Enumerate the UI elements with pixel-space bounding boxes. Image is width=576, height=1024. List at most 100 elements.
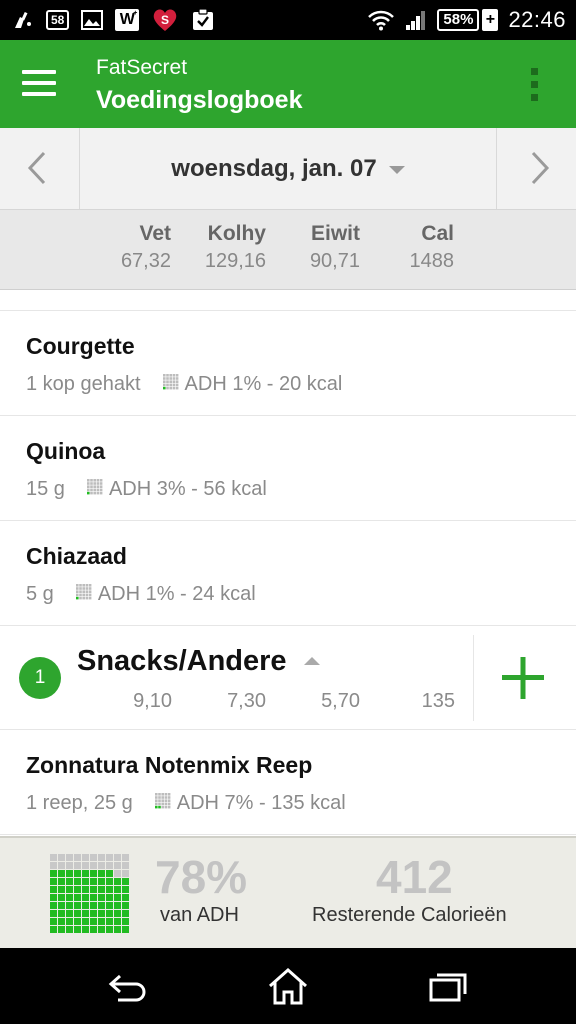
remaining-calories: 412 bbox=[376, 851, 453, 903]
rdi-grid-cell bbox=[114, 878, 121, 885]
clipboard-check-icon bbox=[191, 8, 215, 32]
charging-icon: + bbox=[482, 9, 499, 31]
food-detail: 5 g ADH 1% - 24 kcal bbox=[26, 583, 256, 606]
collapse-arrow-icon[interactable] bbox=[304, 657, 320, 665]
rdi-grid-cell bbox=[122, 878, 129, 885]
rdi-grid-cell bbox=[98, 902, 105, 909]
total-calories: Cal 1488 bbox=[410, 222, 455, 273]
rdi-grid-cell bbox=[90, 878, 97, 885]
rdi-grid-cell bbox=[114, 926, 121, 933]
food-rdi: ADH 1% - 24 kcal bbox=[97, 583, 256, 605]
rdi-grid-cell bbox=[114, 894, 121, 901]
rdi-grid-cell bbox=[58, 926, 65, 933]
back-button[interactable] bbox=[106, 966, 150, 1006]
meal-carbs: 7,30 bbox=[227, 690, 266, 712]
rdi-grid-cell bbox=[82, 854, 89, 861]
rdi-grid-cell bbox=[90, 854, 97, 861]
rdi-grid-cell bbox=[58, 870, 65, 877]
overflow-menu-icon[interactable] bbox=[528, 68, 540, 102]
rdi-grid-cell bbox=[74, 894, 81, 901]
rdi-grid-cell bbox=[90, 910, 97, 917]
food-rdi: ADH 7% - 135 kcal bbox=[176, 792, 346, 814]
rdi-grid-cell bbox=[74, 870, 81, 877]
rdi-percent: 78% bbox=[155, 851, 248, 903]
rdi-grid-cell bbox=[122, 870, 129, 877]
previous-day-button[interactable] bbox=[0, 128, 80, 209]
food-amount: 1 kop gehakt bbox=[26, 373, 141, 395]
rdi-grid-cell bbox=[82, 910, 89, 917]
food-detail: 1 kop gehakt ADH 1% - 20 kcal bbox=[26, 373, 342, 396]
meal-name[interactable]: Snacks/Andere bbox=[77, 645, 287, 678]
rdi-grid-cell bbox=[74, 854, 81, 861]
meal-count-badge: 1 bbox=[19, 657, 61, 699]
rdi-grid-cell bbox=[66, 926, 73, 933]
recent-apps-icon bbox=[429, 973, 467, 1002]
rdi-grid-cell bbox=[90, 926, 97, 933]
food-name: Chiazaad bbox=[26, 543, 127, 569]
rdi-label: van ADH bbox=[160, 904, 239, 926]
total-value: 67,32 bbox=[120, 250, 171, 272]
status-bar: 58 W + S 58% + 22:46 bbox=[0, 0, 576, 40]
food-amount: 5 g bbox=[26, 583, 54, 605]
battery-percent: 58% bbox=[437, 9, 480, 31]
food-entry[interactable]: Quinoa 15 g ADH 3% - 56 kcal bbox=[0, 416, 576, 521]
rdi-grid-cell bbox=[50, 910, 57, 917]
rdi-grid-cell bbox=[114, 854, 121, 861]
meal-header-snacks: 1 Snacks/Andere 9,10 7,30 5,70 135 bbox=[0, 627, 576, 730]
food-amount: 15 g bbox=[26, 478, 65, 500]
battery-indicator: 58% + bbox=[437, 9, 499, 31]
cleaner-icon bbox=[12, 8, 34, 32]
rdi-grid-cell bbox=[114, 870, 121, 877]
rdi-grid-cell bbox=[106, 910, 113, 917]
food-entry[interactable]: Zonnatura Notenmix Reep 1 reep, 25 g ADH… bbox=[0, 730, 576, 835]
rdi-grid-cell bbox=[66, 918, 73, 925]
home-button[interactable] bbox=[266, 966, 310, 1006]
rdi-grid-cell bbox=[122, 894, 129, 901]
rdi-grid-cell bbox=[122, 926, 129, 933]
home-icon bbox=[269, 967, 307, 1005]
rdi-grid-cell bbox=[58, 854, 65, 861]
rdi-grid-cell bbox=[50, 926, 57, 933]
next-day-button[interactable] bbox=[496, 128, 576, 209]
rdi-grid-icon bbox=[162, 373, 179, 396]
daily-totals: Vet 67,32 Kolhy 129,16 Eiwit 90,71 Cal 1… bbox=[0, 210, 576, 290]
rdi-grid-cell bbox=[66, 854, 73, 861]
rdi-grid-cell bbox=[82, 926, 89, 933]
rdi-grid-cell bbox=[106, 886, 113, 893]
rdi-grid-cell bbox=[50, 886, 57, 893]
rdi-grid-cell bbox=[58, 910, 65, 917]
food-entry[interactable]: Chiazaad 5 g ADH 1% - 24 kcal bbox=[0, 521, 576, 626]
total-value: 129,16 bbox=[204, 250, 266, 272]
food-rdi: ADH 1% - 20 kcal bbox=[184, 373, 343, 395]
rdi-grid-cell bbox=[106, 854, 113, 861]
daily-summary: 78% van ADH 412 Resterende Calorieën bbox=[0, 836, 576, 948]
rdi-grid-cell bbox=[122, 910, 129, 917]
date-picker[interactable]: woensdag, jan. 07 bbox=[81, 128, 495, 209]
add-food-button[interactable] bbox=[474, 627, 576, 730]
recent-apps-button[interactable] bbox=[426, 966, 470, 1006]
food-detail: 1 reep, 25 g ADH 7% - 135 kcal bbox=[26, 792, 346, 815]
back-icon bbox=[108, 974, 146, 1002]
rdi-grid-cell bbox=[98, 862, 105, 869]
food-diary-list: Courgette 1 kop gehakt ADH 1% - 20 kcal … bbox=[0, 290, 576, 836]
rdi-grid-cell bbox=[106, 870, 113, 877]
food-entry[interactable]: Courgette 1 kop gehakt ADH 1% - 20 kcal bbox=[0, 311, 576, 416]
hamburger-icon[interactable] bbox=[22, 70, 56, 96]
rdi-grid-cell bbox=[106, 878, 113, 885]
rdi-grid-cell bbox=[66, 870, 73, 877]
rdi-grid-cell bbox=[66, 910, 73, 917]
rdi-grid-cell bbox=[122, 862, 129, 869]
meal-fat: 9,10 bbox=[133, 690, 172, 712]
rdi-grid-cell bbox=[122, 854, 129, 861]
rdi-grid-cell bbox=[98, 910, 105, 917]
dropdown-arrow-icon bbox=[388, 165, 405, 174]
rdi-grid-cell bbox=[50, 862, 57, 869]
rdi-grid-cell bbox=[98, 894, 105, 901]
food-name: Quinoa bbox=[26, 438, 106, 464]
remaining-label: Resterende Calorieën bbox=[312, 904, 507, 926]
rdi-grid-cell bbox=[90, 886, 97, 893]
status-system: 58% + 22:46 bbox=[367, 6, 566, 34]
page-title: Voedingslogboek bbox=[96, 86, 303, 114]
rdi-grid-cell bbox=[114, 918, 121, 925]
rdi-grid-cell bbox=[98, 870, 105, 877]
